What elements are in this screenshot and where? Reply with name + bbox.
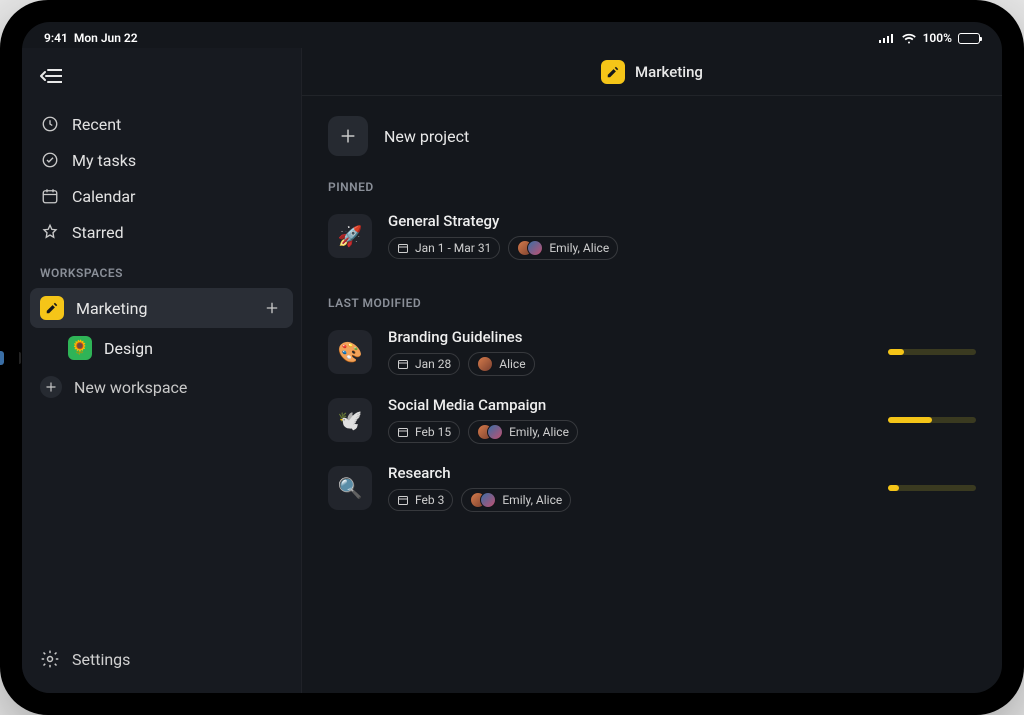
avatar-group — [470, 492, 496, 508]
section-header-last-modified: LAST MODIFIED — [328, 296, 976, 310]
clock-icon — [40, 114, 60, 134]
project-row[interactable]: 🔍 Research Feb 3 Emily, Alice — [328, 456, 976, 524]
workspace-label: Marketing — [76, 299, 147, 318]
new-project-label: New project — [384, 127, 469, 146]
project-title: Branding Guidelines — [388, 328, 535, 346]
progress-bar — [888, 417, 976, 423]
people-chip: Emily, Alice — [468, 420, 578, 444]
plus-icon — [328, 116, 368, 156]
wifi-icon — [901, 33, 917, 44]
page-title: Marketing — [635, 63, 703, 81]
status-bar: 9:41 Mon Jun 22 100% — [22, 28, 1002, 48]
dove-icon: 🕊️ — [328, 398, 372, 442]
palette-icon: 🎨 — [328, 330, 372, 374]
settings-label: Settings — [72, 650, 130, 669]
ipad-frame: 9:41 Mon Jun 22 100% — [0, 0, 1024, 715]
sidebar-item-my-tasks[interactable]: My tasks — [30, 142, 293, 178]
sunflower-icon: 🌻 — [68, 336, 92, 360]
sidebar-item-label: Calendar — [72, 187, 135, 206]
gear-icon — [40, 649, 60, 669]
calendar-icon — [40, 186, 60, 206]
date-chip: Jan 1 - Mar 31 — [388, 237, 500, 259]
project-row[interactable]: 🚀 General Strategy Jan 1 - Mar 31 — [328, 204, 976, 272]
avatar-group — [477, 424, 503, 440]
people-chip: Emily, Alice — [508, 236, 618, 260]
sidebar-item-label: Recent — [72, 115, 121, 134]
main-header: Marketing — [302, 48, 1002, 96]
menu-back-button[interactable] — [40, 68, 62, 84]
project-title: Research — [388, 464, 571, 482]
sidebar-item-label: Starred — [72, 223, 124, 242]
magnifier-icon: 🔍 — [328, 466, 372, 510]
people-chip: Emily, Alice — [461, 488, 571, 512]
progress-bar — [888, 485, 976, 491]
new-project-button[interactable]: New project — [328, 116, 469, 156]
plus-icon — [40, 376, 62, 398]
status-time: 9:41 — [44, 31, 68, 45]
status-date: Mon Jun 22 — [74, 31, 138, 45]
section-header-pinned: PINNED — [328, 180, 976, 194]
cellular-icon — [879, 33, 895, 43]
workspace-label: Design — [104, 339, 153, 358]
add-to-workspace-button[interactable] — [261, 297, 283, 319]
pencil-icon — [40, 296, 64, 320]
pencil-icon — [601, 60, 625, 84]
sidebar-workspace-design[interactable]: 🌻 Design — [58, 328, 293, 368]
sidebar-item-recent[interactable]: Recent — [30, 106, 293, 142]
date-chip: Feb 15 — [388, 421, 460, 443]
rocket-icon: 🚀 — [328, 214, 372, 258]
new-workspace-button[interactable]: New workspace — [30, 368, 293, 406]
people-chip: Alice — [468, 352, 534, 376]
sidebar-workspace-marketing[interactable]: Marketing — [30, 288, 293, 328]
new-workspace-label: New workspace — [74, 378, 187, 397]
sidebar-item-label: My tasks — [72, 151, 136, 170]
date-chip: Feb 3 — [388, 489, 453, 511]
project-row[interactable]: 🕊️ Social Media Campaign Feb 15 — [328, 388, 976, 456]
battery-icon — [958, 33, 980, 44]
avatar-group — [517, 240, 543, 256]
sidebar-item-starred[interactable]: Starred — [30, 214, 293, 250]
date-chip: Jan 28 — [388, 353, 460, 375]
project-title: General Strategy — [388, 212, 618, 230]
sidebar-workspaces-header: WORKSPACES — [22, 252, 301, 286]
sidebar: Recent My tasks Calendar — [22, 48, 302, 693]
project-title: Social Media Campaign — [388, 396, 578, 414]
sidebar-item-settings[interactable]: Settings — [30, 639, 293, 679]
sidebar-item-calendar[interactable]: Calendar — [30, 178, 293, 214]
check-circle-icon — [40, 150, 60, 170]
star-icon — [40, 222, 60, 242]
progress-bar — [888, 349, 976, 355]
project-row[interactable]: 🎨 Branding Guidelines Jan 28 Ali — [328, 320, 976, 388]
battery-percent: 100% — [923, 31, 952, 45]
avatar-group — [477, 356, 493, 372]
main-area: Marketing New project PINNED 🚀 General S… — [302, 48, 1002, 693]
